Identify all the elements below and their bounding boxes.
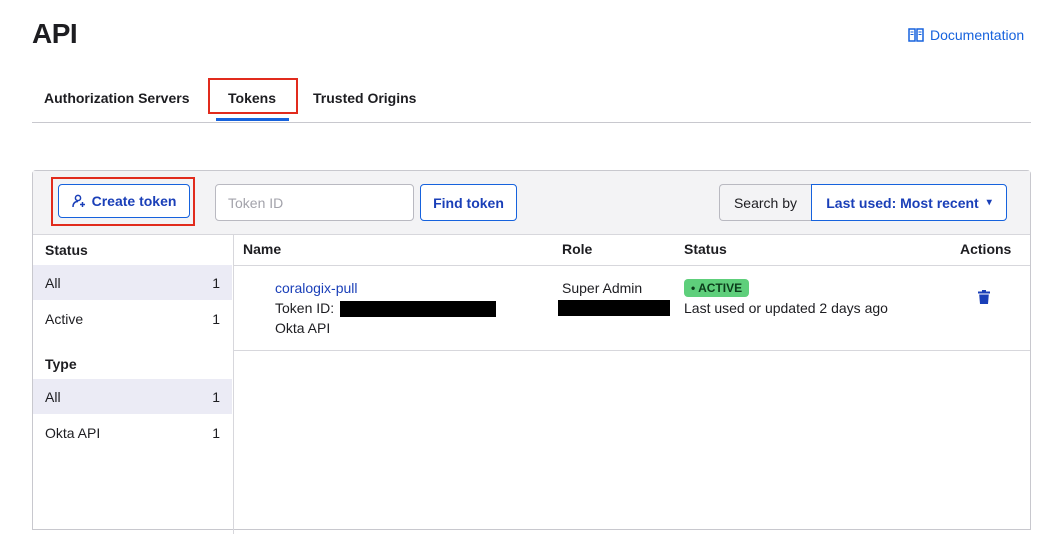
redacted-token-id: [340, 301, 497, 318]
trash-icon[interactable]: [978, 290, 990, 304]
filter-label: Active: [45, 310, 84, 327]
page-title: API: [32, 18, 78, 49]
type-filter-all[interactable]: All 1: [33, 379, 232, 414]
token-type: Okta API: [275, 320, 331, 336]
filter-label: All: [45, 388, 61, 405]
active-tab-indicator: [216, 118, 289, 121]
token-role: Super Admin: [562, 280, 643, 296]
tab-authorization-servers[interactable]: Authorization Servers: [44, 90, 189, 106]
tokens-tab-highlight: [208, 78, 298, 114]
type-filter-heading: Type: [45, 356, 77, 372]
column-header-role: Role: [562, 241, 593, 257]
filter-count: 1: [212, 310, 220, 327]
token-name-link[interactable]: coralogix-pull: [275, 280, 357, 296]
status-badge: • ACTIVE: [684, 279, 750, 297]
column-header-status: Status: [684, 241, 727, 257]
table-header: Name Role Status Actions: [233, 234, 1030, 266]
filter-count: 1: [212, 424, 220, 441]
search-by-select[interactable]: Last used: Most recent ▾: [811, 184, 1007, 221]
filter-count: 1: [212, 388, 220, 405]
create-token-highlight: [51, 177, 195, 226]
search-by-label: Search by: [719, 184, 811, 221]
documentation-label: Documentation: [930, 27, 1025, 43]
column-header-actions: Actions: [960, 241, 1012, 257]
type-filter-okta-api[interactable]: Okta API 1: [33, 415, 232, 450]
book-icon: [908, 28, 924, 42]
filter-label: All: [45, 274, 61, 291]
column-header-name: Name: [243, 241, 282, 257]
documentation-link[interactable]: Documentation: [908, 27, 1024, 43]
token-id: Token ID:: [275, 300, 497, 318]
chevron-down-icon: ▾: [986, 197, 992, 208]
tab-bar: Authorization Servers Tokens Trusted Ori…: [32, 80, 1031, 123]
search-by-value: Last used: Most recent: [826, 194, 979, 211]
status-filter-heading: Status: [45, 242, 88, 258]
token-id-label: Token ID:: [275, 300, 335, 316]
filter-label: Okta API: [45, 424, 101, 441]
token-id-input[interactable]: [215, 184, 414, 221]
table-row: coralogix-pull Token ID: Okta API Super …: [233, 266, 1030, 351]
find-token-button[interactable]: Find token: [420, 184, 517, 221]
status-detail: Last used or updated 2 days ago: [684, 300, 888, 316]
filter-sidebar: Status All 1 Active 1 Type All 1 Okta AP…: [33, 234, 234, 534]
redacted-role-detail: [558, 300, 670, 316]
status-filter-all[interactable]: All 1: [33, 265, 232, 300]
filter-count: 1: [212, 274, 220, 291]
tab-trusted-origins[interactable]: Trusted Origins: [313, 90, 416, 106]
status-filter-active[interactable]: Active 1: [33, 301, 232, 336]
